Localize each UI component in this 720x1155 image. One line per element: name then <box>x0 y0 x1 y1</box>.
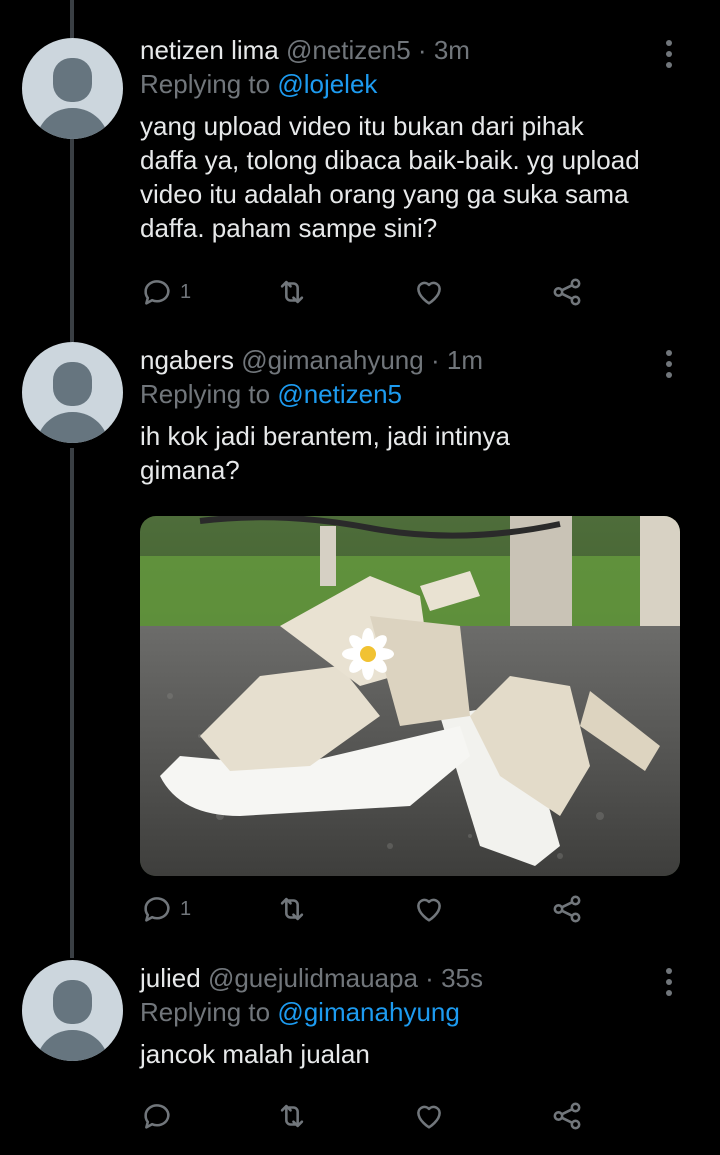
share-icon <box>553 278 581 306</box>
tweet-time[interactable]: 3m <box>434 35 470 65</box>
tweet-text: ih kok jadi berantem, jadi intinya giman… <box>140 421 510 485</box>
tweet-time[interactable]: 1m <box>447 345 483 375</box>
reply-icon <box>144 280 170 305</box>
display-name[interactable]: netizen lima <box>140 35 279 65</box>
reply-icon <box>144 897 170 922</box>
more-vertical-icon[interactable] <box>666 40 674 68</box>
user-handle[interactable]: @guejulidmauapa <box>208 963 418 993</box>
share-icon <box>553 1102 581 1130</box>
thread-line <box>70 0 74 38</box>
avatar-head-shape <box>53 58 92 102</box>
share-button[interactable] <box>550 889 584 929</box>
avatar-body-shape <box>36 108 109 139</box>
heart-icon <box>417 1105 441 1129</box>
like-button[interactable] <box>412 272 446 312</box>
tweet-header: julied @guejulidmauapa · 35s <box>140 961 690 995</box>
replying-to: Replying to @netizen5 <box>140 377 690 411</box>
retweet-icon <box>280 897 304 921</box>
more-vertical-icon[interactable] <box>666 968 674 996</box>
avatar-body-shape <box>36 1030 109 1061</box>
sandal-product-photo <box>140 516 680 876</box>
separator-dot: · <box>425 963 434 993</box>
tweet-header: netizen lima @netizen5 · 3m <box>140 33 690 67</box>
retweet-icon <box>280 280 304 304</box>
tweet-time[interactable]: 35s <box>441 963 483 993</box>
replying-to: Replying to @lojelek <box>140 67 690 101</box>
share-button[interactable] <box>550 272 584 312</box>
tweet-text: jancok malah jualan <box>140 1039 370 1069</box>
reply-button[interactable]: 1 <box>140 889 191 929</box>
replying-to-link[interactable]: @netizen5 <box>277 379 402 409</box>
reply-button[interactable]: 1 <box>140 272 191 312</box>
reply-count: 1 <box>180 280 192 303</box>
share-icon <box>553 895 581 923</box>
retweet-icon <box>280 1104 304 1128</box>
replying-to-label: Replying to <box>140 379 271 409</box>
avatar[interactable] <box>22 342 123 443</box>
avatar[interactable] <box>22 38 123 139</box>
tweet-actions: 1 <box>140 272 600 312</box>
avatar[interactable] <box>22 960 123 1061</box>
reply-count: 1 <box>180 897 192 920</box>
thread-line <box>70 138 74 342</box>
avatar-body-shape <box>36 412 109 443</box>
reply-button[interactable] <box>140 1096 180 1136</box>
avatar-head-shape <box>53 980 92 1024</box>
separator-dot: · <box>417 35 427 65</box>
avatar-head-shape <box>53 362 92 406</box>
more-vertical-icon[interactable] <box>666 350 674 378</box>
replying-to-link[interactable]: @lojelek <box>277 69 377 99</box>
tweet-actions <box>140 1096 600 1136</box>
display-name[interactable]: ngabers <box>140 345 234 375</box>
thread-line <box>70 448 74 958</box>
replying-to-label: Replying to <box>140 997 271 1027</box>
retweet-button[interactable] <box>275 1096 309 1136</box>
conversation-thread: netizen lima @netizen5 · 3m Replying to … <box>0 0 720 1155</box>
separator-dot: · <box>430 345 440 375</box>
tweet-header: ngabers @gimanahyung · 1m <box>140 343 690 377</box>
tweet-photo[interactable] <box>140 516 680 876</box>
display-name[interactable]: julied <box>140 963 201 993</box>
like-button[interactable] <box>412 1096 446 1136</box>
replying-to: Replying to @gimanahyung <box>140 995 690 1029</box>
like-button[interactable] <box>412 889 446 929</box>
heart-icon <box>417 898 441 922</box>
user-handle[interactable]: @gimanahyung <box>241 345 424 375</box>
user-handle[interactable]: @netizen5 <box>286 35 411 65</box>
retweet-button[interactable] <box>275 272 309 312</box>
replying-to-label: Replying to <box>140 69 271 99</box>
reply-icon <box>144 1104 170 1129</box>
replying-to-link[interactable]: @gimanahyung <box>277 997 460 1027</box>
tweet-actions: 1 <box>140 889 600 929</box>
share-button[interactable] <box>550 1096 584 1136</box>
heart-icon <box>417 281 441 305</box>
retweet-button[interactable] <box>275 889 309 929</box>
tweet-text: yang upload video itu bukan dari pihak d… <box>140 111 640 243</box>
